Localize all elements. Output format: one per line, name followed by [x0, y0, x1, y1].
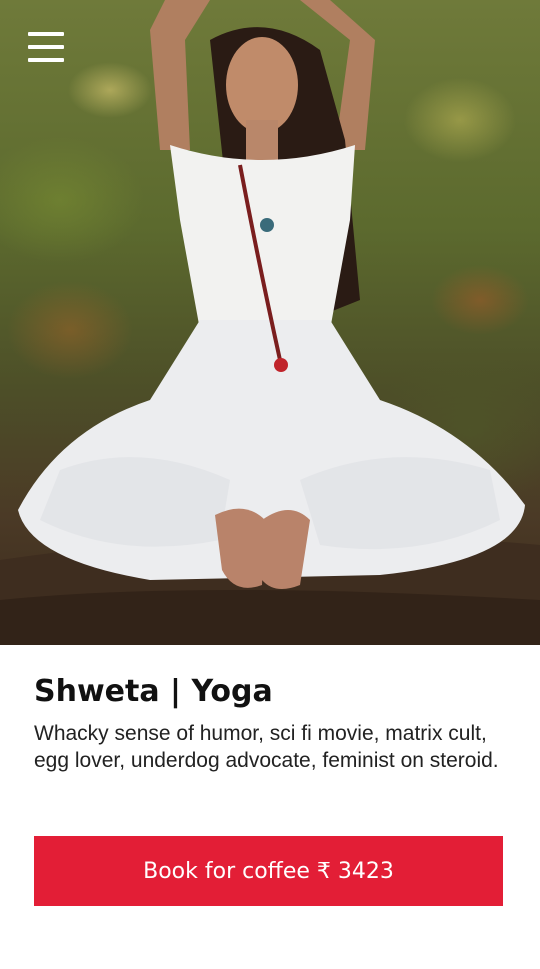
profile-info: Shweta | Yoga Whacky sense of humor, sci…	[34, 672, 514, 774]
menu-line	[28, 58, 64, 62]
yoga-woman-illustration	[0, 0, 540, 645]
hero-image	[0, 0, 540, 645]
menu-line	[28, 32, 64, 36]
hamburger-menu-icon[interactable]	[28, 32, 64, 62]
menu-line	[28, 45, 64, 49]
profile-description: Whacky sense of humor, sci fi movie, mat…	[34, 722, 499, 772]
profile-title: Shweta | Yoga	[34, 674, 273, 709]
book-coffee-button[interactable]: Book for coffee ₹ 3423	[34, 836, 503, 906]
